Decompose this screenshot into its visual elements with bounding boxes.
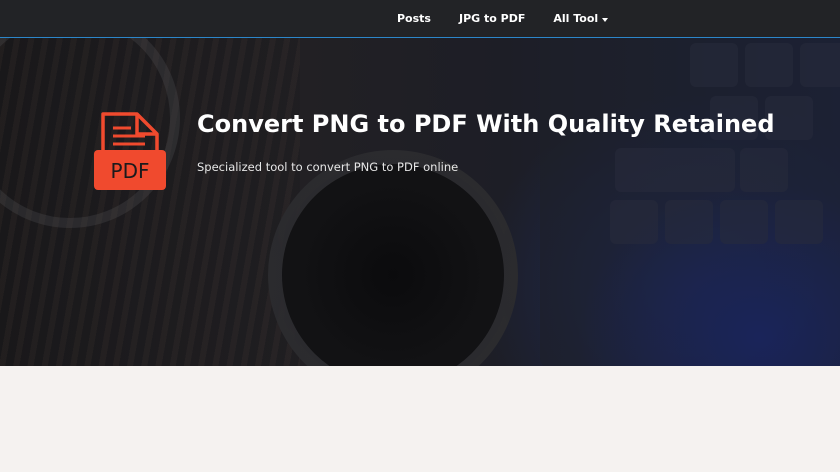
hero-background-key: [610, 200, 658, 244]
page-subtitle: Specialized tool to convert PNG to PDF o…: [197, 160, 459, 174]
pdf-icon-label: PDF: [111, 159, 150, 183]
caret-down-icon: [602, 17, 609, 22]
hero-background-key: [775, 200, 823, 244]
nav-all-tool-label: All Tool: [553, 12, 599, 25]
hero-background-key: [745, 43, 793, 87]
nav-links: Posts JPG to PDF All Tool: [383, 0, 622, 37]
nav-jpg-to-pdf-link[interactable]: JPG to PDF: [445, 12, 539, 25]
hero-banner: PDF Convert PNG to PDF With Quality Reta…: [0, 38, 840, 366]
top-navbar: Posts JPG to PDF All Tool: [0, 0, 840, 38]
nav-all-tool-dropdown[interactable]: All Tool: [539, 12, 622, 25]
pdf-file-icon: PDF: [94, 112, 166, 190]
hero-background-key: [690, 43, 738, 87]
hero-background-mug: [268, 150, 518, 366]
hero-background-key: [740, 148, 788, 192]
hero-background-key: [720, 200, 768, 244]
hero-background-laptop: [540, 38, 840, 366]
main-content: [0, 366, 840, 472]
hero-background-key: [800, 43, 840, 87]
hero-background-key: [665, 200, 713, 244]
nav-posts-link[interactable]: Posts: [383, 12, 445, 25]
hero-background-key: [615, 148, 735, 192]
page-title: Convert PNG to PDF With Quality Retained: [197, 110, 775, 138]
